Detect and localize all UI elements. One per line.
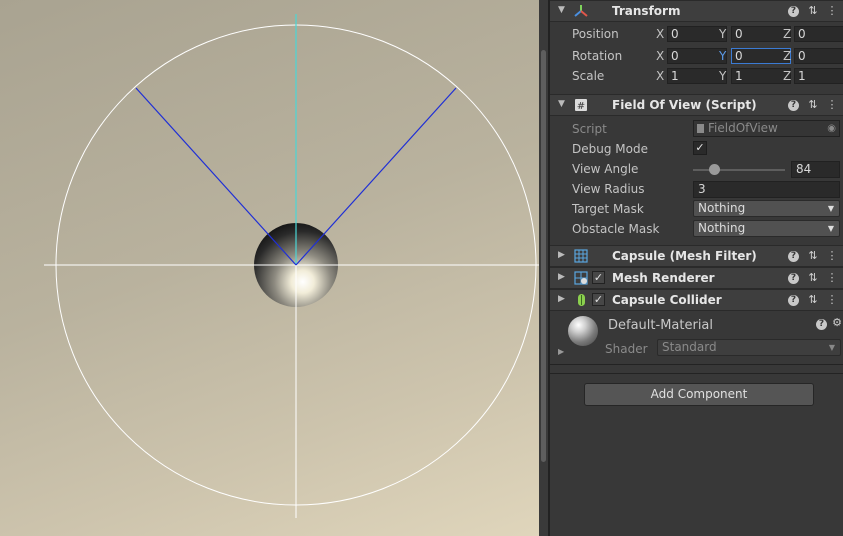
obstacle-mask-value: Nothing bbox=[698, 221, 746, 235]
presets-icon[interactable]: ⇅ bbox=[806, 4, 820, 18]
dropdown-arrow-icon: ▼ bbox=[827, 204, 834, 213]
material-name: Default-Material bbox=[608, 318, 714, 333]
shader-value: Standard bbox=[662, 340, 717, 354]
shader-label: Shader bbox=[605, 342, 648, 356]
add-component-button[interactable]: Add Component bbox=[584, 383, 814, 406]
scene-scroll-thumb[interactable] bbox=[541, 50, 546, 462]
axis-z-label: Z bbox=[783, 69, 792, 83]
scale-z-field[interactable]: 1 bbox=[794, 68, 843, 84]
mesh-renderer-enabled-checkbox[interactable]: ✓ bbox=[592, 271, 605, 284]
script-field-value: FieldOfView bbox=[708, 121, 778, 135]
obstacle-mask-dropdown[interactable]: Nothing ▼ bbox=[693, 220, 840, 237]
section-divider bbox=[550, 364, 843, 365]
scale-y-field[interactable]: 1 bbox=[731, 68, 791, 84]
view-angle-slider-track[interactable] bbox=[693, 169, 785, 171]
script-file-icon bbox=[697, 124, 704, 133]
fold-arrow-icon[interactable]: ▼ bbox=[558, 99, 565, 109]
kebab-menu-icon[interactable]: ⋮ bbox=[825, 98, 839, 112]
axis-y-label: Y bbox=[719, 69, 727, 83]
mesh-renderer-icon bbox=[574, 271, 588, 285]
presets-icon[interactable]: ⇅ bbox=[806, 98, 820, 112]
mesh-filter-header[interactable]: ▶ Capsule (Mesh Filter) ? ⇅ ⋮ bbox=[550, 245, 843, 267]
axis-x-label: X bbox=[656, 49, 665, 63]
kebab-menu-icon[interactable]: ⋮ bbox=[825, 4, 839, 18]
object-picker-icon[interactable]: ◉ bbox=[827, 121, 836, 136]
shader-dropdown[interactable]: Standard ▼ bbox=[657, 339, 841, 356]
obstacle-mask-label: Obstacle Mask bbox=[572, 222, 660, 236]
help-icon[interactable]: ? bbox=[788, 251, 799, 262]
fov-script-header[interactable]: ▼ # Field Of View (Script) ? ⇅ ⋮ bbox=[550, 94, 843, 116]
scene-gizmos bbox=[44, 14, 548, 518]
rotation-z-field[interactable]: 0 bbox=[794, 48, 843, 64]
component-title: Capsule (Mesh Filter) bbox=[612, 249, 757, 263]
position-label: Position bbox=[572, 27, 619, 41]
script-icon: # bbox=[575, 99, 587, 112]
component-title: Capsule Collider bbox=[612, 293, 722, 307]
expand-arrow-icon[interactable]: ▶ bbox=[558, 347, 564, 356]
help-icon[interactable]: ? bbox=[788, 273, 799, 284]
dropdown-arrow-icon: ▼ bbox=[827, 224, 834, 233]
script-label: Script bbox=[572, 122, 607, 136]
rotation-y-field[interactable]: 0 bbox=[731, 48, 791, 64]
target-mask-dropdown[interactable]: Nothing ▼ bbox=[693, 200, 840, 217]
axis-z-label: Z bbox=[783, 49, 792, 63]
material-preview-sphere bbox=[568, 316, 598, 346]
axis-y-label: Y bbox=[719, 27, 727, 41]
capsule-collider-icon bbox=[578, 294, 585, 306]
presets-icon[interactable]: ⇅ bbox=[806, 271, 820, 285]
position-x-field[interactable]: 0 bbox=[667, 26, 727, 42]
transform-icon bbox=[574, 5, 588, 17]
axis-z-label: Z bbox=[783, 27, 792, 41]
fov-line-right bbox=[295, 87, 457, 266]
presets-icon[interactable]: ⇅ bbox=[806, 293, 820, 307]
target-mask-label: Target Mask bbox=[572, 202, 644, 216]
debug-mode-checkbox[interactable]: ✓ bbox=[693, 141, 707, 155]
fold-arrow-icon[interactable]: ▼ bbox=[558, 5, 565, 15]
target-mask-value: Nothing bbox=[698, 201, 746, 215]
inspector-panel: ▼ Transform ? ⇅ ⋮ Position X 0 Y 0 Z 0 R… bbox=[548, 0, 843, 536]
svg-text:#: # bbox=[577, 101, 585, 112]
section-divider bbox=[550, 373, 843, 374]
scale-label: Scale bbox=[572, 69, 605, 83]
scene-view[interactable] bbox=[0, 0, 548, 536]
kebab-menu-icon[interactable]: ⋮ bbox=[825, 271, 839, 285]
kebab-menu-icon[interactable]: ⋮ bbox=[825, 293, 839, 307]
help-icon[interactable]: ? bbox=[788, 295, 799, 306]
position-z-field[interactable]: 0 bbox=[794, 26, 843, 42]
help-icon[interactable]: ? bbox=[816, 319, 827, 330]
debug-mode-label: Debug Mode bbox=[572, 142, 648, 156]
transform-header[interactable]: ▼ Transform ? ⇅ ⋮ bbox=[550, 0, 843, 22]
script-field: FieldOfView ◉ bbox=[693, 120, 840, 137]
component-title: Transform bbox=[612, 4, 681, 18]
fov-line-left bbox=[135, 87, 297, 266]
gear-icon[interactable]: ⚙ bbox=[830, 316, 843, 330]
help-icon[interactable]: ? bbox=[788, 100, 799, 111]
rotation-label: Rotation bbox=[572, 49, 623, 63]
expand-arrow-icon[interactable]: ▶ bbox=[558, 250, 565, 260]
help-icon[interactable]: ? bbox=[788, 6, 799, 17]
capsule-collider-header[interactable]: ▶ ✓ Capsule Collider ? ⇅ ⋮ bbox=[550, 289, 843, 311]
scale-x-field[interactable]: 1 bbox=[667, 68, 727, 84]
dropdown-arrow-icon: ▼ bbox=[828, 343, 835, 352]
axis-y-label: Y bbox=[719, 49, 727, 63]
view-angle-slider-thumb[interactable] bbox=[709, 164, 721, 175]
position-y-field[interactable]: 0 bbox=[731, 26, 791, 42]
mesh-renderer-header[interactable]: ▶ ✓ Mesh Renderer ? ⇅ ⋮ bbox=[550, 267, 843, 289]
component-title: Field Of View (Script) bbox=[612, 98, 757, 112]
mesh-filter-icon bbox=[574, 249, 588, 263]
component-title: Mesh Renderer bbox=[612, 271, 715, 285]
kebab-menu-icon[interactable]: ⋮ bbox=[825, 249, 839, 263]
axis-x-label: X bbox=[656, 69, 665, 83]
presets-icon[interactable]: ⇅ bbox=[806, 249, 820, 263]
view-radius-label: View Radius bbox=[572, 182, 645, 196]
capsule-collider-enabled-checkbox[interactable]: ✓ bbox=[592, 293, 605, 306]
view-radius-field[interactable]: 3 bbox=[693, 181, 840, 198]
expand-arrow-icon[interactable]: ▶ bbox=[558, 272, 565, 282]
view-angle-field[interactable]: 84 bbox=[791, 161, 840, 178]
axis-x-label: X bbox=[656, 27, 665, 41]
view-angle-label: View Angle bbox=[572, 162, 639, 176]
expand-arrow-icon[interactable]: ▶ bbox=[558, 294, 565, 304]
rotation-x-field[interactable]: 0 bbox=[667, 48, 727, 64]
